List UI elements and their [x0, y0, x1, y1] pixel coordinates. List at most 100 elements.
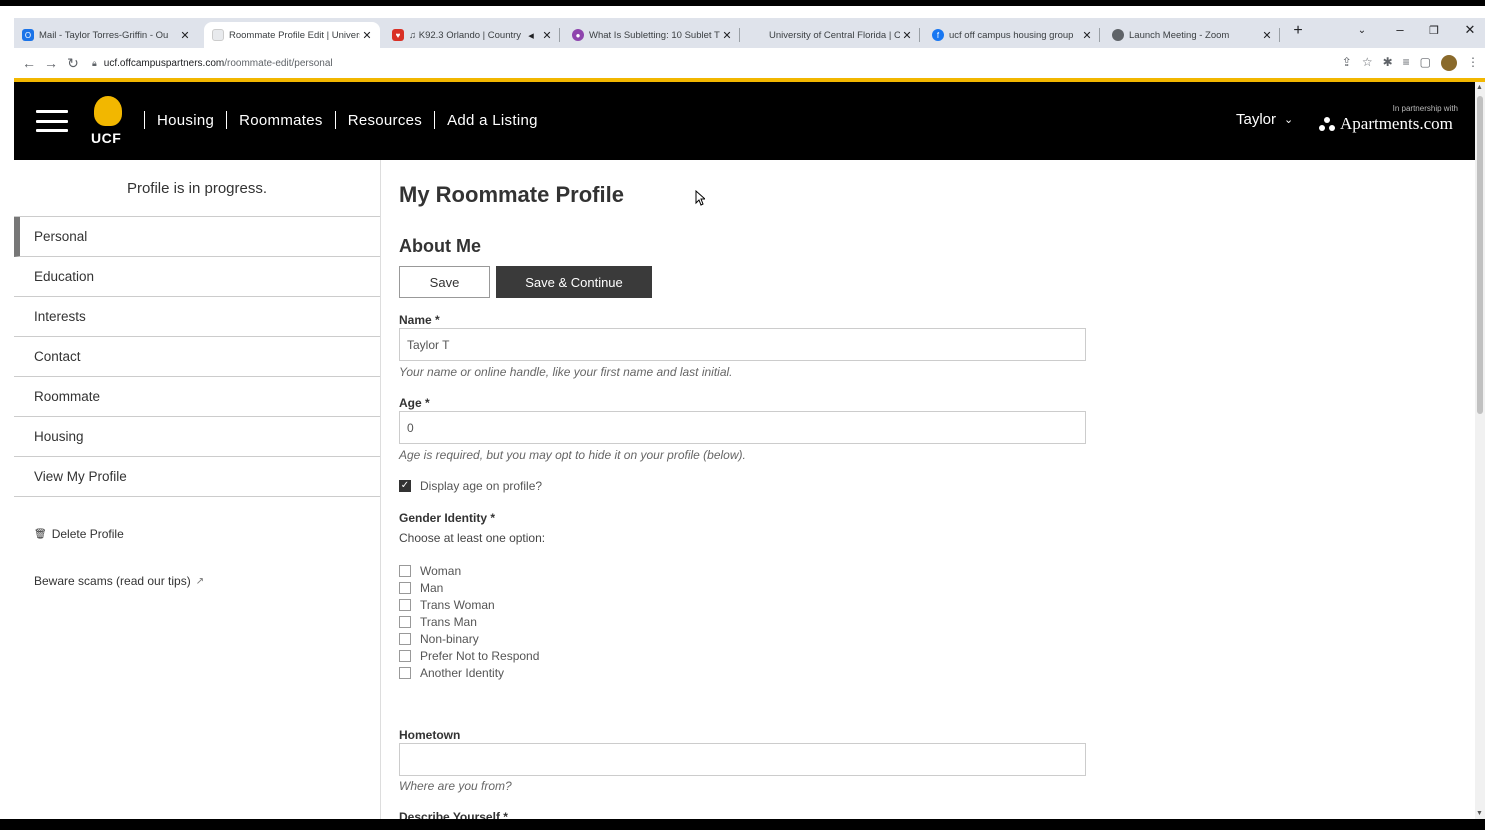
- close-icon[interactable]: ✕: [540, 29, 554, 42]
- close-icon[interactable]: ✕: [1260, 29, 1274, 42]
- option-label: Trans Woman: [420, 597, 495, 612]
- menu-icon[interactable]: ⋮: [1467, 55, 1479, 71]
- gender-option-non-binary[interactable]: Non-binary: [399, 630, 539, 647]
- pegasus-icon: [94, 96, 122, 126]
- option-label: Trans Man: [420, 614, 477, 629]
- tab-strip: O Mail - Taylor Torres-Griffin - Ou ✕ Ro…: [14, 18, 1485, 48]
- scrollbar-thumb[interactable]: [1477, 96, 1483, 414]
- mouse-cursor-icon: [695, 190, 705, 206]
- speaker-icon[interactable]: ◂: [524, 29, 538, 42]
- sidebar-item-personal[interactable]: Personal: [14, 217, 380, 257]
- nav-resources[interactable]: Resources: [348, 112, 422, 129]
- option-label: Woman: [420, 563, 462, 578]
- sidebar-item-education[interactable]: Education: [14, 257, 380, 297]
- close-icon[interactable]: ✕: [360, 29, 374, 42]
- save-button[interactable]: Save: [399, 266, 490, 298]
- gender-option-man[interactable]: Man: [399, 579, 539, 596]
- checkbox-icon: [399, 564, 411, 577]
- main-nav: Housing Roommates Resources Add a Listin…: [132, 111, 538, 129]
- tab-radio[interactable]: ♥ ♫ K92.3 Orlando | Country ◂ ✕: [384, 22, 560, 48]
- external-link-icon: ↗: [195, 575, 205, 587]
- describe-label: Describe Yourself *: [399, 810, 508, 819]
- tab-subletting[interactable]: ● What Is Subletting: 10 Sublet T ✕: [564, 22, 740, 48]
- checkbox-icon: [399, 632, 411, 645]
- user-menu[interactable]: Taylor ⌄: [1236, 111, 1293, 128]
- partner-logo[interactable]: In partnership with Apartments.com: [1318, 104, 1458, 138]
- close-icon[interactable]: ✕: [720, 29, 734, 42]
- reading-list-icon[interactable]: ≡: [1403, 55, 1410, 71]
- share-icon[interactable]: ⇪: [1342, 55, 1352, 71]
- scams-tips-label: Beware scams (read our tips): [34, 574, 191, 588]
- url-path: /roommate-edit/personal: [224, 57, 333, 69]
- nav-housing[interactable]: Housing: [157, 112, 214, 129]
- sidebar-item-contact[interactable]: Contact: [14, 337, 380, 377]
- profile-form: My Roommate Profile About Me Save Save &…: [399, 160, 1459, 819]
- scroll-down-icon[interactable]: ▼: [1476, 810, 1483, 817]
- sidebar-item-housing[interactable]: Housing: [14, 417, 380, 457]
- lock-icon: 🔒︎: [92, 57, 97, 68]
- sidebar-item-interests[interactable]: Interests: [14, 297, 380, 337]
- gender-option-woman[interactable]: Woman: [399, 562, 539, 579]
- name-help: Your name or online handle, like your fi…: [399, 365, 733, 379]
- sidebar-item-view-profile[interactable]: View My Profile: [14, 457, 380, 497]
- tab-facebook[interactable]: f ucf off campus housing group ✕: [924, 22, 1100, 48]
- minimize-button[interactable]: –: [1390, 22, 1410, 37]
- delete-profile-label: Delete Profile: [51, 527, 124, 541]
- forward-icon[interactable]: →: [40, 55, 62, 71]
- hometown-label: Hometown: [399, 728, 461, 742]
- checkmark-icon: ✓: [399, 479, 411, 492]
- age-input[interactable]: 0: [399, 411, 1086, 444]
- gender-option-prefer-not[interactable]: Prefer Not to Respond: [399, 647, 539, 664]
- tab-search-icon[interactable]: ⌄: [1352, 25, 1372, 36]
- ucf-logo[interactable]: UCF: [90, 96, 130, 146]
- reload-icon[interactable]: ↻: [62, 55, 84, 72]
- tab-ucf[interactable]: University of Central Florida | C ✕: [744, 22, 920, 48]
- new-tab-button[interactable]: +: [1288, 22, 1308, 40]
- sidebar-item-roommate[interactable]: Roommate: [14, 377, 380, 417]
- gender-options: Woman Man Trans Woman Trans Man Non-bina…: [399, 562, 539, 681]
- save-continue-button[interactable]: Save & Continue: [496, 266, 652, 298]
- close-icon[interactable]: ✕: [900, 29, 914, 42]
- facebook-icon: f: [932, 29, 944, 41]
- hamburger-icon[interactable]: [36, 110, 68, 132]
- tab-title: Mail - Taylor Torres-Griffin - Ou: [39, 29, 169, 41]
- toolbar-icons: ⇪ ☆ ✱ ≡ ▢ ⋮: [1342, 55, 1479, 71]
- gender-option-another[interactable]: Another Identity: [399, 664, 539, 681]
- tab-zoom[interactable]: Launch Meeting - Zoom ✕: [1104, 22, 1280, 48]
- page-scrollbar[interactable]: ▲ ▼: [1475, 82, 1485, 819]
- back-icon[interactable]: ←: [18, 55, 40, 71]
- tab-title: ucf off campus housing group: [949, 29, 1074, 41]
- sidepanel-icon[interactable]: ▢: [1420, 55, 1431, 71]
- gender-option-trans-woman[interactable]: Trans Woman: [399, 596, 539, 613]
- restore-button[interactable]: ❐: [1424, 24, 1444, 37]
- nav-add-listing[interactable]: Add a Listing: [447, 112, 538, 129]
- tab-mail[interactable]: O Mail - Taylor Torres-Griffin - Ou ✕: [14, 22, 198, 48]
- globe-icon: [1112, 29, 1124, 41]
- tab-roommate-profile[interactable]: Roommate Profile Edit | Univers ✕: [204, 22, 380, 48]
- close-icon[interactable]: ✕: [1080, 29, 1094, 42]
- extensions-icon[interactable]: ✱: [1383, 55, 1393, 71]
- name-input[interactable]: Taylor T: [399, 328, 1086, 361]
- sidebar-links: 🗑︎ Delete Profile Beware scams (read our…: [14, 497, 380, 588]
- checkbox-icon: [399, 615, 411, 628]
- address-bar: ← → ↻ 🔒︎ ucf.offcampuspartners.com/roomm…: [14, 48, 1485, 78]
- close-window-button[interactable]: ✕: [1460, 22, 1480, 38]
- checkbox-icon: [399, 649, 411, 662]
- tab-title: Launch Meeting - Zoom: [1129, 29, 1230, 41]
- site-header: UCF Housing Roommates Resources Add a Li…: [14, 82, 1475, 160]
- profile-avatar[interactable]: [1441, 55, 1457, 71]
- display-age-checkbox[interactable]: ✓ Display age on profile?: [399, 477, 542, 494]
- delete-profile-link[interactable]: 🗑︎ Delete Profile: [34, 527, 380, 541]
- star-icon[interactable]: ☆: [1362, 55, 1373, 71]
- gender-option-trans-man[interactable]: Trans Man: [399, 613, 539, 630]
- radio-icon: ♥: [392, 29, 404, 41]
- hometown-input[interactable]: [399, 743, 1086, 776]
- tab-title: What Is Subletting: 10 Sublet T: [589, 29, 720, 41]
- outlook-icon: O: [22, 29, 34, 41]
- close-icon[interactable]: ✕: [178, 29, 192, 42]
- scroll-up-icon[interactable]: ▲: [1476, 84, 1483, 91]
- url-field[interactable]: 🔒︎ ucf.offcampuspartners.com/roommate-ed…: [92, 58, 333, 69]
- nav-roommates[interactable]: Roommates: [239, 112, 323, 129]
- scams-tips-link[interactable]: Beware scams (read our tips) ↗: [34, 574, 380, 588]
- trash-icon: 🗑︎: [34, 528, 47, 540]
